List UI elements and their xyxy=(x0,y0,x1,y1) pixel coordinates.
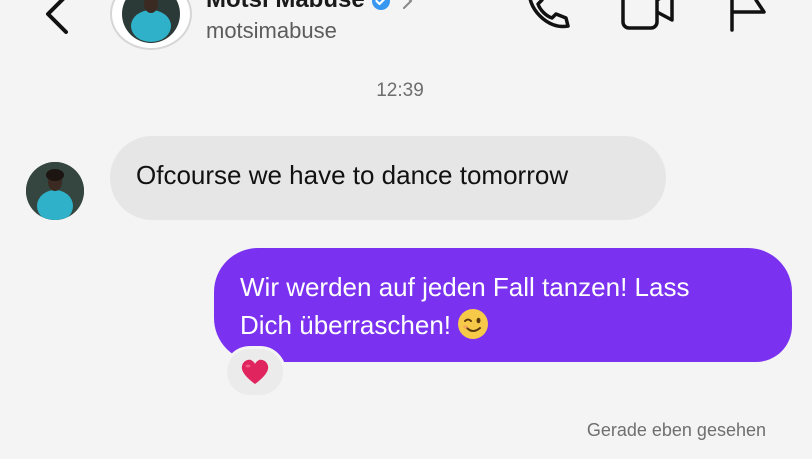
contact-handle[interactable]: motsimabuse xyxy=(206,18,337,44)
profile-photo xyxy=(122,0,180,43)
chevron-right-icon xyxy=(402,0,413,9)
chat-header: Motsi Mabuse motsimabuse xyxy=(0,0,812,60)
profile-photo xyxy=(26,162,84,220)
contact-name-text: Motsi Mabuse xyxy=(206,0,365,13)
chevron-left-icon xyxy=(46,0,68,34)
header-avatar[interactable] xyxy=(110,0,192,50)
flag-icon[interactable] xyxy=(726,0,770,32)
seen-status: Gerade eben gesehen xyxy=(586,420,766,440)
avatar[interactable] xyxy=(26,162,84,220)
video-camera-icon[interactable] xyxy=(620,0,676,32)
outgoing-message-line-1: Wir werden auf jeden Fall tanzen! Lass xyxy=(240,272,690,302)
message-timestamp: 12:39 xyxy=(376,80,424,101)
outgoing-message-line-2: Dich überraschen! xyxy=(240,310,451,340)
verified-badge-icon xyxy=(371,0,390,10)
winking-face-icon xyxy=(458,309,488,339)
back-button[interactable] xyxy=(38,0,78,40)
contact-name[interactable]: Motsi Mabuse xyxy=(206,0,415,14)
outgoing-message-line-2-wrap: Dich überraschen! xyxy=(240,306,766,344)
red-heart-icon xyxy=(241,359,269,384)
outgoing-message-bubble[interactable]: Wir werden auf jeden Fall tanzen! Lass D… xyxy=(214,248,792,362)
incoming-message-bubble[interactable]: Ofcourse we have to dance tomorrow xyxy=(110,136,666,220)
chat-screen: Motsi Mabuse motsimabuse 12:39 xyxy=(0,0,812,459)
phone-icon[interactable] xyxy=(522,0,572,32)
message-reaction[interactable] xyxy=(224,346,286,398)
incoming-message-text: Ofcourse we have to dance tomorrow xyxy=(136,160,569,190)
